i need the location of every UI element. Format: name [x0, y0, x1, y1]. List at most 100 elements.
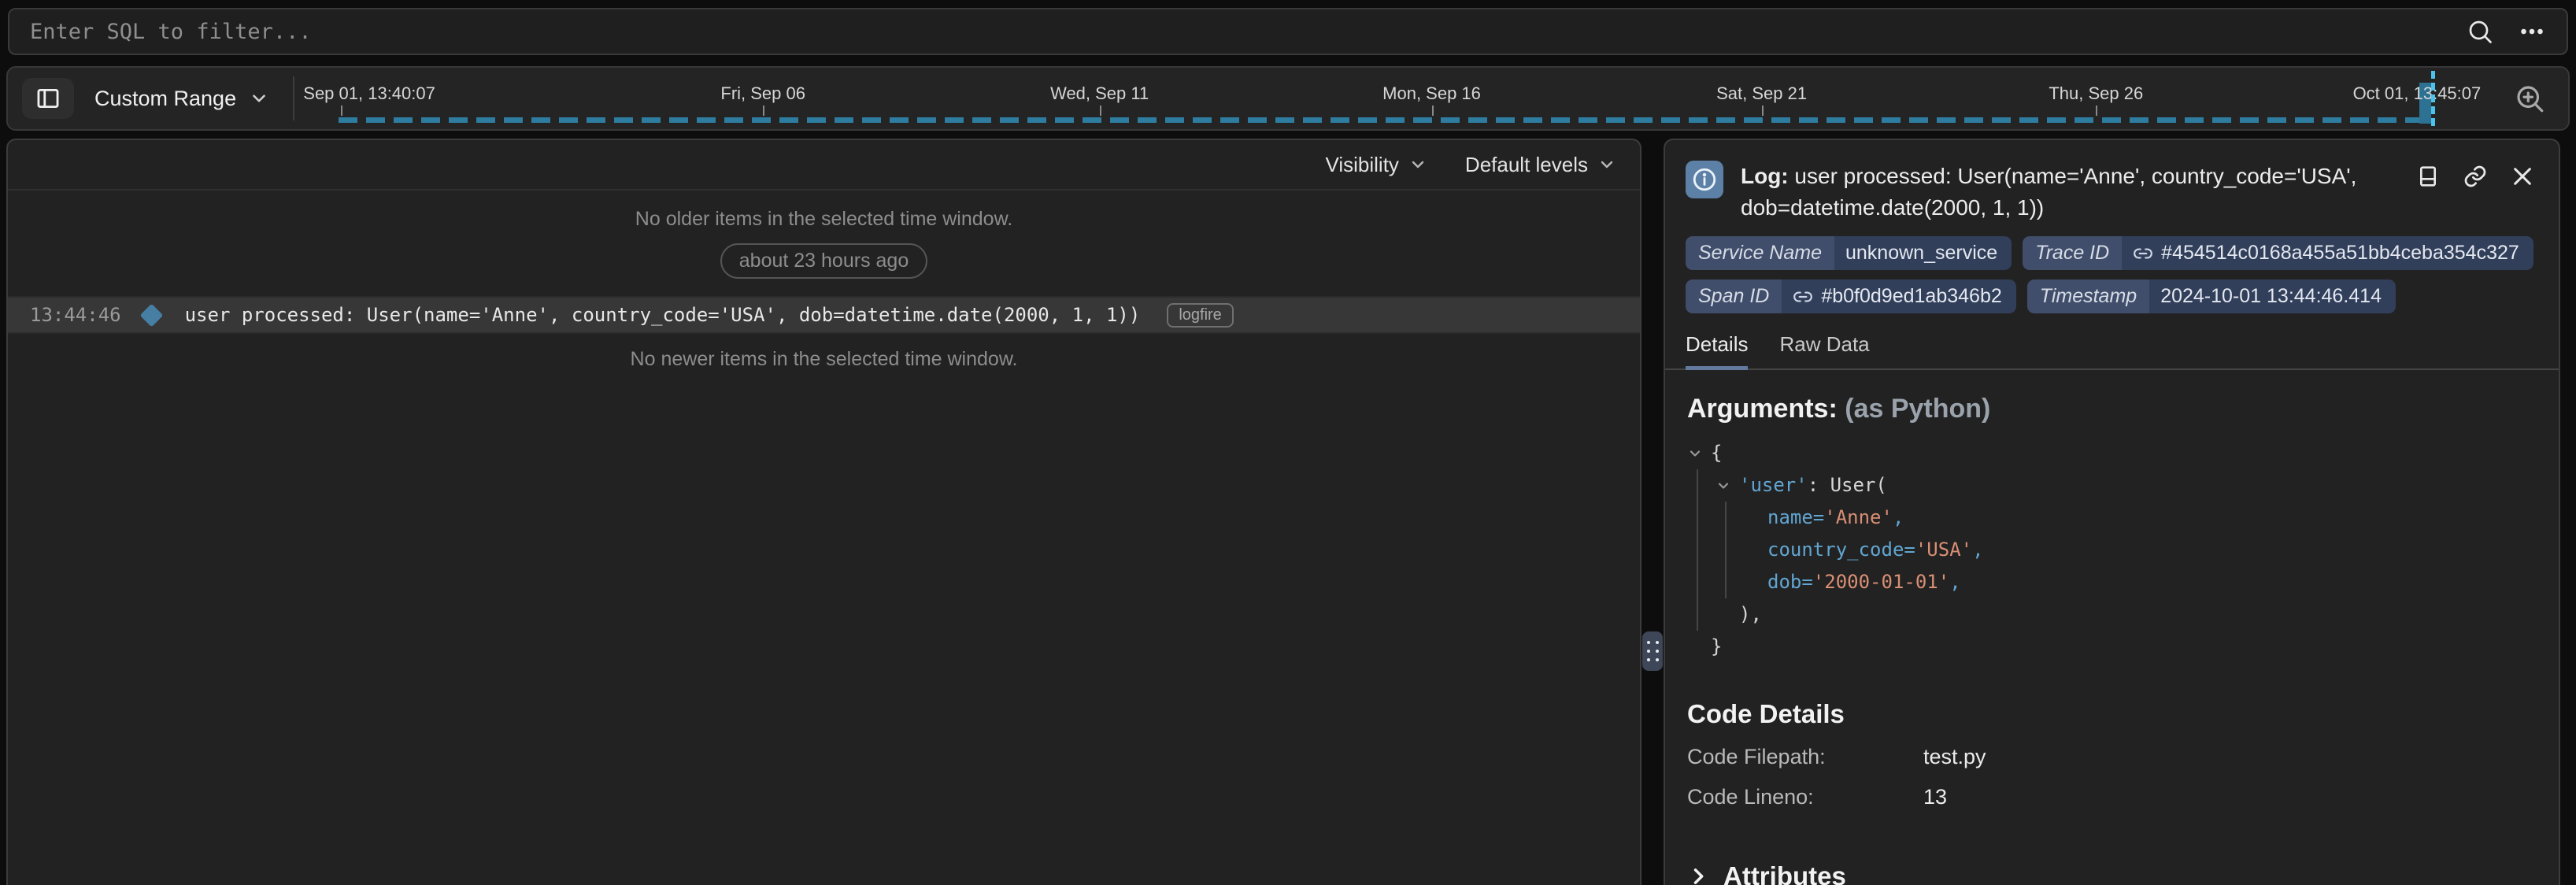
splitter-grip-handle[interactable]: [1642, 631, 1663, 671]
chevron-spacer: [1744, 534, 1767, 566]
timeline-bar: Custom Range Sep 01, 13:40:07 Fri, Sep 06…: [6, 66, 2570, 131]
badge-value-text: #b0f0d9ed1ab346b2: [1821, 285, 2001, 308]
link-icon: [1793, 287, 1813, 307]
log-row-time: 13:44:46: [30, 304, 121, 326]
attributes-section-toggle[interactable]: Attributes: [1687, 861, 2535, 885]
badge-value: #b0f0d9ed1ab346b2: [1782, 280, 2015, 313]
metadata-badge-span-id[interactable]: Span ID#b0f0d9ed1ab346b2: [1686, 280, 2016, 313]
code-token: 'user': [1739, 469, 1808, 502]
timeline-tick-label: Sep 01, 13:40:07: [303, 83, 435, 104]
link-icon: [2133, 243, 2153, 264]
timeline-tick-mark: [1100, 106, 1101, 116]
detail-tabs: Details Raw Data: [1665, 332, 2559, 370]
code-details-rows: Code Filepath:test.pyCode Lineno:13: [1687, 745, 2535, 809]
code-token: '2000-01-01': [1813, 566, 1949, 598]
code-detail-row: Code Filepath:test.py: [1687, 745, 2535, 769]
arguments-heading: Arguments: (as Python): [1687, 394, 2535, 424]
code-token: {: [1711, 437, 1722, 469]
detail-body: Arguments: (as Python) {'user': User(nam…: [1665, 370, 2559, 885]
log-row[interactable]: 13:44:46 user processed: User(name='Anne…: [8, 296, 1640, 334]
timeline-tick-label: Oct 01, 13:45:07: [2353, 83, 2482, 104]
code-token: :: [1808, 469, 1830, 502]
timeline-tick-label: Sat, Sep 21: [1716, 83, 1807, 104]
code-token: ,: [1972, 534, 1983, 566]
timeline-tick-mark: [1432, 106, 1434, 116]
indent-guide: [1715, 502, 1744, 534]
chevron-down-icon: [1408, 155, 1427, 174]
time-range-label: Custom Range: [94, 87, 236, 111]
code-line: 'user': User(: [1687, 469, 2535, 502]
badge-value-text: #454514c0168a455a51bb4ceba354c327: [2161, 242, 2519, 265]
chevron-spacer: [1687, 631, 1711, 663]
sql-filter-input[interactable]: [30, 20, 2466, 44]
badge-value: unknown_service: [1834, 236, 2012, 270]
code-detail-value: 13: [1923, 785, 1947, 809]
code-token: country_code=: [1767, 534, 1915, 566]
indent-guide: [1687, 502, 1715, 534]
badge-value: #454514c0168a455a51bb4ceba354c327: [2122, 236, 2533, 270]
code-token: User(: [1830, 469, 1887, 502]
detail-title: Log: user processed: User(name='Anne', c…: [1741, 161, 2398, 224]
zoom-in-button[interactable]: [2513, 82, 2546, 115]
detail-title-text: user processed: User(name='Anne', countr…: [1741, 164, 2356, 220]
metadata-badges: Service Nameunknown_service Trace ID#4545…: [1665, 228, 2559, 313]
filter-bar-actions: [2466, 17, 2546, 46]
indent-guide: [1687, 534, 1715, 566]
log-row-tag: logfire: [1167, 303, 1233, 328]
badge-label: Service Name: [1686, 236, 1834, 270]
log-list-panel: Visibility Default levels No older items…: [6, 139, 1641, 885]
timeline-activity-line: [339, 117, 2419, 123]
timeline-tick-mark: [763, 106, 764, 116]
timeline-tick-label: Mon, Sep 16: [1382, 83, 1481, 104]
log-list-toolbar: Visibility Default levels: [8, 140, 1640, 191]
tab-details[interactable]: Details: [1686, 332, 1748, 370]
chevron-spacer: [1744, 502, 1767, 534]
log-row-message: user processed: User(name='Anne', countr…: [185, 304, 1141, 326]
relative-time-badge: about 23 hours ago: [720, 243, 927, 279]
metadata-badge-trace-id[interactable]: Trace ID#454514c0168a455a51bb4ceba354c32…: [2023, 236, 2533, 270]
metadata-badge-service-name: Service Nameunknown_service: [1686, 236, 2012, 270]
metadata-badge-row: Service Nameunknown_service Trace ID#4545…: [1686, 236, 2538, 270]
more-options-icon[interactable]: [2518, 17, 2546, 46]
search-icon[interactable]: [2466, 17, 2494, 46]
badge-label: Timestamp: [2027, 280, 2149, 313]
close-icon[interactable]: [2510, 164, 2535, 189]
timeline-tick-label: Thu, Sep 26: [2049, 83, 2143, 104]
arguments-code-block: {'user': User(name='Anne',country_code='…: [1687, 437, 2535, 663]
collapse-chevron-icon[interactable]: [1687, 437, 1711, 469]
code-token: }: [1711, 631, 1722, 663]
default-levels-dropdown[interactable]: Default levels: [1465, 153, 1616, 177]
badge-value-text: 2024-10-01 13:44:46.414: [2160, 285, 2382, 308]
chevron-spacer: [1744, 566, 1767, 598]
code-detail-value: test.py: [1923, 745, 1986, 769]
default-levels-label: Default levels: [1465, 153, 1588, 177]
dock-bottom-icon[interactable]: [2415, 164, 2441, 189]
code-line: }: [1687, 631, 2535, 663]
collapse-chevron-icon[interactable]: [1715, 469, 1739, 502]
time-range-selector[interactable]: Custom Range: [94, 87, 269, 111]
sidebar-toggle-button[interactable]: [22, 78, 74, 119]
visibility-dropdown[interactable]: Visibility: [1325, 153, 1427, 177]
timeline-track[interactable]: Sep 01, 13:40:07 Fri, Sep 06 Wed, Sep 11 Mo…: [294, 68, 2494, 129]
indent-guide: [1687, 469, 1715, 502]
chevron-down-icon: [249, 88, 269, 109]
code-detail-label: Code Filepath:: [1687, 745, 1923, 769]
panel-left-icon: [35, 85, 61, 112]
code-token: ,: [1949, 566, 1960, 598]
no-newer-items-notice: No newer items in the selected time wind…: [8, 348, 1640, 371]
arguments-heading-text: Arguments:: [1687, 394, 1838, 424]
code-detail-label: Code Lineno:: [1687, 785, 1923, 809]
main-area: Visibility Default levels No older items…: [6, 139, 2560, 885]
timeline-selection-cursor[interactable]: [2431, 71, 2435, 126]
code-token: ),: [1739, 598, 1762, 631]
code-token: ,: [1893, 502, 1904, 534]
detail-header: Log: user processed: User(name='Anne', c…: [1665, 140, 2559, 228]
timeline-tick-label: Wed, Sep 11: [1050, 83, 1149, 104]
code-details-heading: Code Details: [1687, 699, 2535, 729]
timeline-tick-label: Fri, Sep 06: [720, 83, 805, 104]
copy-link-icon[interactable]: [2463, 164, 2488, 189]
tab-raw-data[interactable]: Raw Data: [1779, 332, 1869, 370]
code-token: name=: [1767, 502, 1824, 534]
chevron-right-icon: [1687, 865, 1709, 885]
chevron-down-icon: [1597, 155, 1616, 174]
